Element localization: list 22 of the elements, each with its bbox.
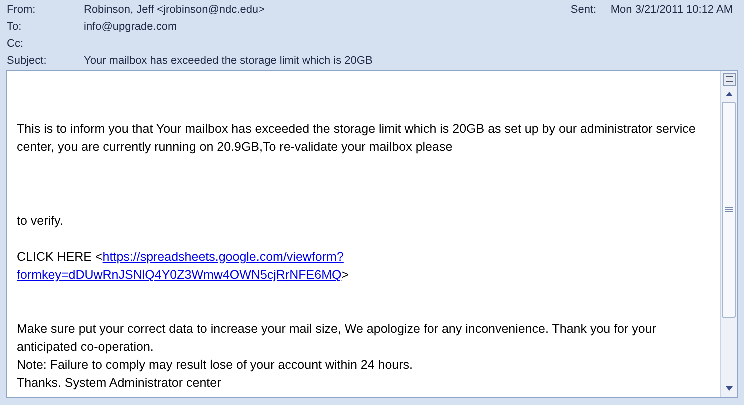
field-value: Robinson, Jeff <jrobinson@ndc.edu>: [84, 3, 265, 18]
body-paragraph: Thanks. System Administrator center: [17, 375, 222, 392]
body-paragraph: Make sure put your correct data to increase your mail size, We apologize for any inconvenience. Thank you for your anticipated co-operation.: [17, 321, 658, 356]
field-value: Your mailbox has exceeded the storage limit which is 20GB: [84, 54, 373, 70]
body-paragraph: This is to inform you that Your mailbox has exceeded the storage limit which is 20GB as set up by our administrator service center, you are currently running on 20.9GB,To re-validate your mailbox please: [17, 121, 697, 156]
field-label: To:: [7, 20, 23, 36]
field-label: From:: [7, 3, 37, 18]
scroll-thumb[interactable]: [722, 102, 736, 318]
field-label: Sent:: [570, 3, 598, 18]
split-icon[interactable]: [722, 73, 736, 86]
field-label: Cc:: [7, 37, 24, 52]
body-text: CLICK HERE <: [17, 249, 103, 266]
body-text: >: [342, 267, 350, 284]
body-paragraph: Note: Failure to comply may result lose of your account within 24 hours.: [17, 357, 414, 374]
body-paragraph: to verify.: [17, 213, 64, 230]
link[interactable]: formkey=dDUwRnJSNlQ4Y0Z3Wmw4OWN5cjRrNFE6MQ: [17, 266, 342, 284]
field-value: info@upgrade.com: [84, 20, 178, 36]
field-value: Mon 3/21/2011 10:12 AM: [610, 3, 733, 18]
grip-icon: [725, 207, 733, 213]
scrollbar[interactable]: [720, 71, 737, 397]
link[interactable]: https://spreadsheets.google.com/viewform?: [102, 248, 344, 266]
field-label: Subject:: [7, 54, 48, 70]
